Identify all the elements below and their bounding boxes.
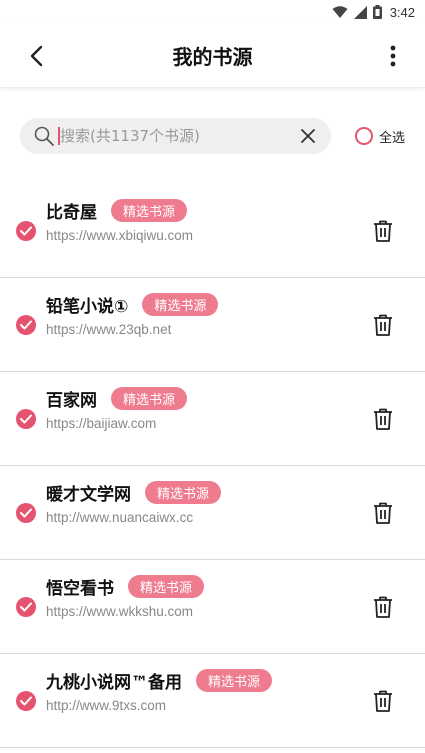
source-name: 九桃小说网™备用	[46, 673, 182, 693]
status-time: 3:42	[389, 4, 415, 20]
trash-icon[interactable]	[371, 313, 395, 337]
featured-badge: 精选书源	[142, 293, 219, 316]
search-box[interactable]	[20, 118, 331, 154]
trash-icon[interactable]	[371, 501, 395, 525]
source-list: 比奇屋 精选书源 https://www.xbiqiwu.com 铅笔小说① 精…	[0, 184, 425, 748]
select-all-toggle[interactable]: 全选	[354, 127, 405, 146]
list-item[interactable]: 比奇屋 精选书源 https://www.xbiqiwu.com	[0, 184, 425, 278]
search-icon	[34, 125, 56, 147]
source-name: 悟空看书	[46, 579, 114, 599]
wifi-icon	[332, 5, 348, 19]
check-icon[interactable]	[16, 502, 36, 523]
more-vert-icon[interactable]	[381, 42, 405, 70]
featured-badge: 精选书源	[111, 199, 188, 222]
select-all-label: 全选	[378, 130, 405, 146]
source-url: http://www.nuancaiwx.cc	[46, 510, 194, 525]
status-bar: 3:42	[0, 0, 425, 24]
signal-icon	[353, 5, 367, 19]
source-url: http://www.9txs.com	[46, 698, 167, 713]
featured-badge: 精选书源	[196, 669, 273, 692]
source-name: 比奇屋	[46, 203, 97, 223]
trash-icon[interactable]	[371, 595, 395, 619]
source-name: 暖才文学网	[46, 485, 131, 505]
source-name: 百家网	[46, 391, 97, 411]
list-item[interactable]: 百家网 精选书源 https://baijiaw.com	[0, 372, 425, 466]
page-title: 我的书源	[172, 45, 253, 69]
check-icon[interactable]	[16, 314, 36, 335]
source-url: https://www.xbiqiwu.com	[46, 228, 194, 243]
list-item[interactable]: 悟空看书 精选书源 https://www.wkkshu.com	[0, 560, 425, 654]
arrow-back-icon[interactable]	[22, 42, 50, 70]
trash-icon[interactable]	[371, 407, 395, 431]
trash-icon[interactable]	[371, 219, 395, 243]
list-item[interactable]: 暖才文学网 精选书源 http://www.nuancaiwx.cc	[0, 466, 425, 560]
source-url: https://www.wkkshu.com	[46, 604, 194, 619]
search-row: 全选	[0, 88, 425, 184]
featured-badge: 精选书源	[145, 481, 222, 504]
search-input[interactable]	[60, 127, 297, 145]
list-item[interactable]: 九桃小说网™备用 精选书源 http://www.9txs.com	[0, 654, 425, 748]
source-name: 铅笔小说①	[46, 297, 129, 317]
source-url: https://baijiaw.com	[46, 416, 157, 431]
check-icon[interactable]	[16, 408, 36, 429]
check-icon[interactable]	[16, 690, 36, 711]
battery-icon	[372, 5, 382, 19]
check-icon[interactable]	[16, 220, 36, 241]
featured-badge: 精选书源	[111, 387, 188, 410]
list-item[interactable]: 铅笔小说① 精选书源 https://www.23qb.net	[0, 278, 425, 372]
source-url: https://www.23qb.net	[46, 322, 172, 337]
app-bar: 我的书源	[0, 24, 425, 88]
select-all-radio[interactable]	[354, 127, 373, 145]
close-icon[interactable]	[297, 125, 319, 147]
check-icon[interactable]	[16, 596, 36, 617]
trash-icon[interactable]	[371, 689, 395, 713]
featured-badge: 精选书源	[128, 575, 205, 598]
